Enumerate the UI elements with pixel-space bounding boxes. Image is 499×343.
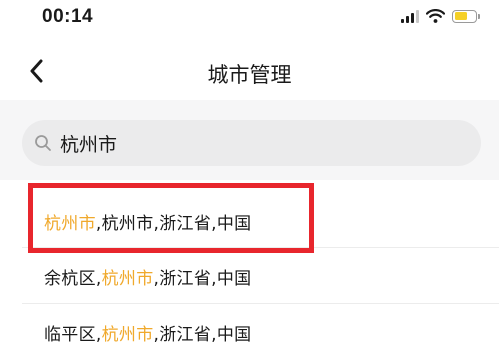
result-match-text: 杭州市	[101, 324, 154, 343]
battery-icon	[452, 9, 480, 23]
result-item[interactable]: 杭州市 ,杭州市,浙江省,中国	[0, 180, 499, 248]
wifi-icon	[426, 9, 445, 23]
result-text: ,浙江省,中国	[153, 268, 252, 289]
search-input[interactable]	[60, 132, 440, 154]
content-area: 杭州市,杭州市,浙江省,中国余杭区,杭州市,浙江省,中国临平区,杭州市,浙江省,…	[0, 100, 499, 343]
status-bar: 00:14	[0, 0, 499, 36]
status-time: 00:14	[42, 6, 94, 27]
result-item[interactable]: 余杭区, 杭州市 ,浙江省,中国	[0, 248, 499, 304]
result-match-text: 杭州市	[101, 268, 154, 289]
page-title: 城市管理	[207, 63, 292, 87]
battery-fill	[454, 12, 467, 20]
nav-bar: 城市管理	[0, 42, 499, 100]
result-text: ,杭州市,浙江省,中国	[95, 213, 252, 234]
search-bar[interactable]	[22, 120, 481, 166]
result-text: 余杭区,	[44, 268, 102, 289]
result-item[interactable]: 临平区, 杭州市 ,浙江省,中国	[0, 304, 499, 343]
city-management-screen: 00:14 城市管理 杭州市 杭州市 ,杭州市,浙江省,中国 余杭区, 杭州市 …	[0, 0, 499, 343]
result-match-text: 杭州市	[44, 213, 96, 234]
result-text: ,浙江省,中国	[153, 324, 252, 343]
search-icon	[33, 133, 53, 153]
result-list: 杭州市 ,杭州市,浙江省,中国 余杭区, 杭州市 ,浙江省,中国 临平区, 杭州市 ,浙江省,…	[0, 180, 499, 343]
result-text: 临平区,	[44, 324, 102, 343]
status-icons	[401, 9, 480, 23]
signal-icon	[401, 9, 419, 23]
